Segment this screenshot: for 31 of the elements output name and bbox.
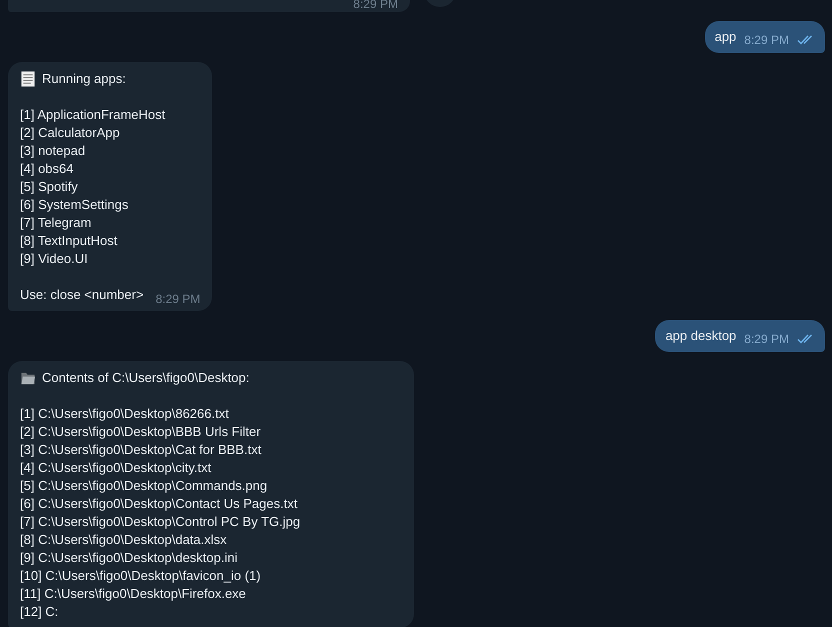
message-line: [4] obs64 bbox=[20, 160, 74, 178]
message-text: app bbox=[714, 28, 736, 46]
folder-icon bbox=[20, 370, 36, 386]
message-line: [9] Video.UI bbox=[20, 250, 89, 268]
message-line: [8] C:\Users\figo0\Desktop\data.xlsx bbox=[20, 531, 228, 549]
document-icon bbox=[20, 71, 36, 87]
message-line: [12] C: bbox=[20, 603, 60, 621]
message-line: [7] Telegram bbox=[20, 214, 92, 232]
message-line: [4] C:\Users\figo0\Desktop\city.txt bbox=[20, 459, 212, 477]
message-line: [7] C:\Users\figo0\Desktop\Control PC By TG.jpg bbox=[20, 513, 302, 531]
message-line: [1] ApplicationFrameHost bbox=[20, 106, 166, 124]
message-line: [8] TextInputHost bbox=[20, 232, 118, 250]
message-line: [3] notepad bbox=[20, 142, 86, 160]
message-line: [9] C:\Users\figo0\Desktop\desktop.ini bbox=[20, 549, 238, 567]
message-time: 8:29 PM bbox=[744, 32, 789, 48]
message-line: [2] CalculatorApp bbox=[20, 124, 121, 142]
message-line: [2] C:\Users\figo0\Desktop\BBB Urls Filter bbox=[20, 423, 262, 441]
message-line: [5] Spotify bbox=[20, 178, 79, 196]
message-line: [10] C:\Users\figo0\Desktop\favicon_io (1) bbox=[20, 567, 262, 585]
message-line: [3] C:\Users\figo0\Desktop\Cat for BBB.txt bbox=[20, 441, 262, 459]
message-line: [5] C:\Users\figo0\Desktop\Commands.png bbox=[20, 477, 268, 495]
message-time: 8:29 PM bbox=[744, 330, 789, 348]
message-time: 8:29 PM bbox=[156, 292, 200, 306]
message-line: [6] C:\Users\figo0\Desktop\Contact Us Pages.txt bbox=[20, 495, 298, 513]
message-title: Contents of C:\Users\figo0\Desktop: bbox=[42, 369, 250, 387]
message-line: [11] C:\Users\figo0\Desktop\Firefox.exe bbox=[20, 585, 247, 603]
message-title: Running apps: bbox=[42, 70, 126, 88]
message-line: [1] C:\Users\figo0\Desktop\86266.txt bbox=[20, 405, 230, 423]
message-text: app desktop bbox=[665, 327, 736, 345]
message-line: Use: close <number> bbox=[20, 286, 144, 304]
message-line: [6] SystemSettings bbox=[20, 196, 130, 214]
